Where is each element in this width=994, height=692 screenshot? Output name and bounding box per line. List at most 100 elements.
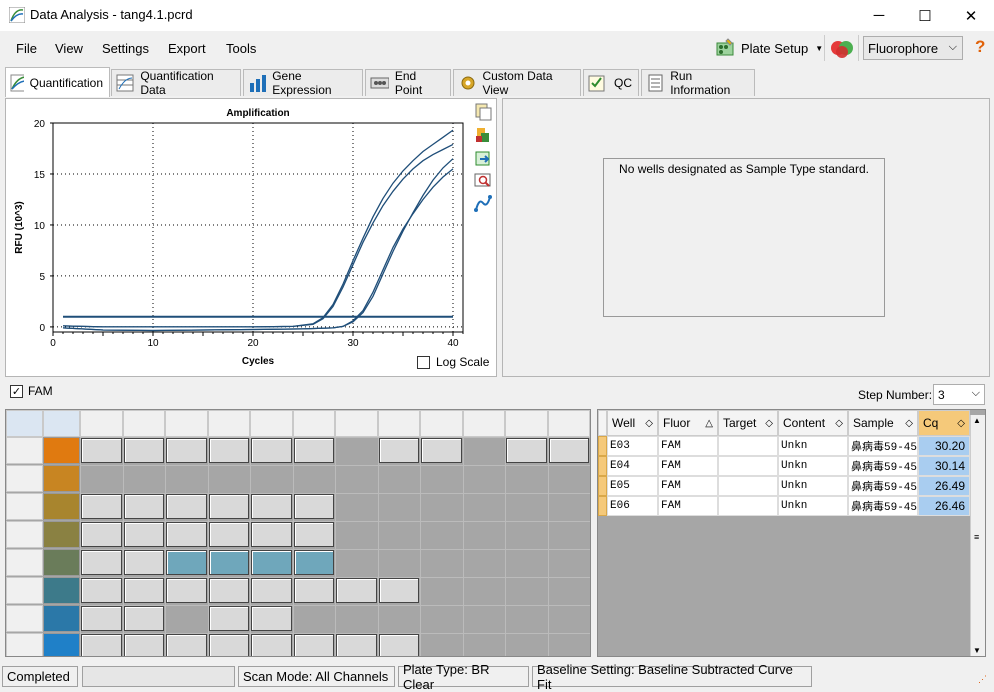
row-header[interactable] <box>6 465 43 492</box>
column-header[interactable] <box>335 410 378 437</box>
sort-icon[interactable]: ◇ <box>765 418 773 429</box>
sort-ascending-icon[interactable]: △ <box>705 418 713 429</box>
plate-corner[interactable] <box>6 410 43 437</box>
column-header[interactable] <box>80 410 123 437</box>
well-E2[interactable] <box>123 550 164 575</box>
well-F2[interactable] <box>123 578 164 603</box>
table-cell-content[interactable]: Unkn <box>778 476 848 496</box>
row-header[interactable] <box>6 437 43 464</box>
table-cell-target[interactable] <box>718 476 778 496</box>
print-icon[interactable] <box>474 126 492 144</box>
well-C4[interactable] <box>208 494 249 519</box>
close-button[interactable]: ✕ <box>948 0 994 31</box>
curve-icon[interactable] <box>474 195 492 213</box>
well-A3[interactable] <box>166 438 207 463</box>
well-C6[interactable] <box>293 494 334 519</box>
row-header[interactable] <box>6 633 43 656</box>
table-cell-cq[interactable]: 30.20 <box>918 436 970 456</box>
table-cell-content[interactable]: Unkn <box>778 496 848 516</box>
well-E4[interactable] <box>208 550 249 575</box>
tab-qc[interactable]: QC <box>583 69 639 96</box>
table-cell-well[interactable]: E05 <box>607 476 658 496</box>
well-H5[interactable] <box>251 634 292 656</box>
well-A11[interactable] <box>506 438 547 463</box>
column-header[interactable] <box>250 410 293 437</box>
table-cell-content[interactable]: Unkn <box>778 436 848 456</box>
tab-run-information[interactable]: Run Information <box>641 69 755 97</box>
well-E1[interactable] <box>81 550 122 575</box>
log-scale-toggle[interactable]: Log Scale <box>417 355 489 369</box>
well-G4[interactable] <box>208 606 249 631</box>
well-F5[interactable] <box>251 578 292 603</box>
well-F8[interactable] <box>378 578 419 603</box>
minimize-button[interactable]: ─ <box>856 0 902 31</box>
menu-view[interactable]: View <box>55 41 83 56</box>
table-cell-fluor[interactable]: FAM <box>658 456 718 476</box>
help-icon[interactable]: ? <box>975 37 985 57</box>
well-D2[interactable] <box>123 522 164 547</box>
copy-icon[interactable] <box>474 103 492 121</box>
well-G5[interactable] <box>251 606 292 631</box>
column-header[interactable] <box>462 410 505 437</box>
scroll-grip-icon[interactable]: ≡ <box>974 532 979 542</box>
sort-icon[interactable]: ◇ <box>645 418 653 429</box>
step-number-select[interactable]: 3 ⌵ <box>933 384 985 405</box>
well-A4[interactable] <box>208 438 249 463</box>
well-H6[interactable] <box>293 634 334 656</box>
table-cell-sample[interactable]: 鼻病毒59-450 <box>848 476 918 496</box>
column-header[interactable] <box>122 410 165 437</box>
maximize-button[interactable]: ☐ <box>902 0 948 31</box>
menu-tools[interactable]: Tools <box>226 41 256 56</box>
menu-export[interactable]: Export <box>168 41 206 56</box>
table-cell-well[interactable]: E04 <box>607 456 658 476</box>
well-E3[interactable] <box>166 550 207 575</box>
well-C3[interactable] <box>166 494 207 519</box>
plate-setup-button[interactable]: Plate Setup ▼ <box>714 36 823 60</box>
table-cell-sample[interactable]: 鼻病毒59-450 <box>848 436 918 456</box>
well-F4[interactable] <box>208 578 249 603</box>
log-scale-checkbox[interactable] <box>417 355 430 369</box>
well-H3[interactable] <box>166 634 207 656</box>
table-cell-fluor[interactable]: FAM <box>658 436 718 456</box>
menu-file[interactable]: File <box>16 41 37 56</box>
table-cell-cq[interactable]: 30.14 <box>918 456 970 476</box>
well-E6[interactable] <box>293 550 334 575</box>
column-header[interactable] <box>505 410 548 437</box>
table-cell-sample[interactable]: 鼻病毒59-450 <box>848 496 918 516</box>
tab-custom-data-view[interactable]: Custom Data View <box>453 69 581 97</box>
tab-end-point[interactable]: End Point <box>365 69 451 97</box>
well-C2[interactable] <box>123 494 164 519</box>
well-D5[interactable] <box>251 522 292 547</box>
table-cell-fluor[interactable]: FAM <box>658 476 718 496</box>
well-A12[interactable] <box>548 438 589 463</box>
scroll-up-icon[interactable]: ▲ <box>973 416 981 425</box>
table-cell-content[interactable]: Unkn <box>778 456 848 476</box>
row-header[interactable] <box>6 549 43 576</box>
column-header[interactable] <box>165 410 208 437</box>
table-cell-target[interactable] <box>718 456 778 476</box>
well-H4[interactable] <box>208 634 249 656</box>
well-C5[interactable] <box>251 494 292 519</box>
well-C1[interactable] <box>81 494 122 519</box>
export-icon[interactable] <box>474 149 492 167</box>
well-H2[interactable] <box>123 634 164 656</box>
tab-quantification[interactable]: Quantification <box>5 67 110 97</box>
column-header-target[interactable]: Target ◇ <box>718 410 778 436</box>
fluorophore-select[interactable]: Fluorophore ⌵ <box>863 36 963 60</box>
well-D6[interactable] <box>293 522 334 547</box>
well-A2[interactable] <box>123 438 164 463</box>
tab-gene-expression[interactable]: Gene Expression <box>243 69 363 97</box>
table-cell-sample[interactable]: 鼻病毒59-450 <box>848 456 918 476</box>
table-cell-cq[interactable]: 26.46 <box>918 496 970 516</box>
column-header-content[interactable]: Content ◇ <box>778 410 848 436</box>
table-cell-target[interactable] <box>718 436 778 456</box>
well-A8[interactable] <box>378 438 419 463</box>
well-A6[interactable] <box>293 438 334 463</box>
column-header[interactable] <box>377 410 420 437</box>
well-A1[interactable] <box>81 438 122 463</box>
well-H7[interactable] <box>336 634 377 656</box>
well-F3[interactable] <box>166 578 207 603</box>
sort-icon[interactable]: ◇ <box>905 418 913 429</box>
well-D3[interactable] <box>166 522 207 547</box>
zoom-icon[interactable] <box>474 172 492 190</box>
